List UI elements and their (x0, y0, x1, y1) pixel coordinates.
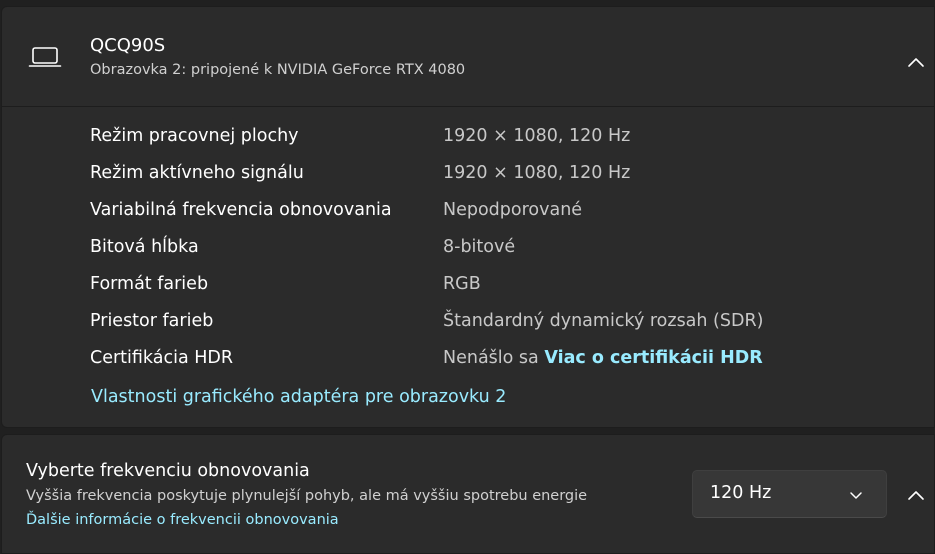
refresh-collapse-chevron-up-icon[interactable] (904, 483, 928, 507)
info-value-vrr: Nepodporované (443, 200, 583, 220)
refresh-rate-info-link[interactable]: Ďalšie informácie o frekvencii obnovovan… (26, 512, 339, 528)
info-value-active-signal: 1920 × 1080, 120 Hz (443, 163, 631, 183)
monitor-name: QCQ90S (90, 35, 166, 56)
info-label-color-space: Priestor farieb (90, 311, 214, 331)
monitor-connection-subtitle: Obrazovka 2: pripojené k NVIDIA GeForce … (90, 62, 466, 78)
info-label-vrr: Variabilná frekvencia obnovovania (90, 200, 392, 220)
chevron-up-icon[interactable] (904, 50, 928, 74)
info-label-desktop-mode: Režim pracovnej plochy (90, 126, 299, 146)
hdr-certification-status: Nenášlo sa (443, 348, 539, 368)
refresh-rate-description: Vyššia frekvencia poskytuje plynulejší p… (26, 488, 588, 504)
refresh-rate-dropdown[interactable]: 120 Hz (692, 470, 887, 518)
info-label-color-format: Formát farieb (90, 274, 209, 294)
info-value-color-space: Štandardný dynamický rozsah (SDR) (443, 311, 764, 331)
info-value-color-format: RGB (443, 274, 481, 294)
refresh-rate-selected: 120 Hz (710, 483, 772, 503)
info-value-hdr-certification: Nenášlo sa Viac o certifikácii HDR (443, 348, 763, 368)
refresh-rate-title: Vyberte frekvenciu obnovovania (26, 461, 310, 481)
info-value-bit-depth: 8-bitové (443, 237, 516, 257)
info-label-active-signal: Režim aktívneho signálu (90, 163, 304, 183)
refresh-rate-card: Vyberte frekvenciu obnovovania Vyššia fr… (1, 434, 935, 554)
hdr-certification-link[interactable]: Viac o certifikácii HDR (544, 348, 762, 368)
display-info-card: QCQ90S Obrazovka 2: pripojené k NVIDIA G… (1, 6, 935, 428)
display-header[interactable]: QCQ90S Obrazovka 2: pripojené k NVIDIA G… (2, 7, 934, 107)
laptop-icon (28, 45, 62, 69)
adapter-properties-link[interactable]: Vlastnosti grafického adaptéra pre obraz… (91, 387, 506, 407)
info-label-bit-depth: Bitová hĺbka (90, 237, 199, 257)
info-label-hdr-certification: Certifikácia HDR (90, 348, 234, 368)
chevron-down-icon (848, 487, 864, 503)
info-value-desktop-mode: 1920 × 1080, 120 Hz (443, 126, 631, 146)
